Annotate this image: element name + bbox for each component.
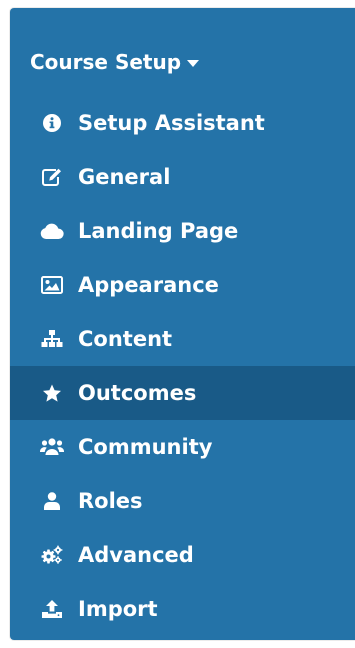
- setup-menu: Setup Assistant General Landing Page App…: [10, 96, 355, 636]
- image-icon: [40, 273, 64, 297]
- edit-icon: [40, 165, 64, 189]
- gears-icon: [40, 543, 64, 567]
- menu-item-appearance[interactable]: Appearance: [10, 258, 355, 312]
- menu-item-outcomes[interactable]: Outcomes: [10, 366, 355, 420]
- users-icon: [40, 435, 64, 459]
- course-setup-dropdown[interactable]: Course Setup: [30, 48, 200, 76]
- star-icon: [40, 381, 64, 405]
- menu-item-import[interactable]: Import: [10, 582, 355, 636]
- menu-item-label: Community: [78, 435, 213, 459]
- menu-item-setup-assistant[interactable]: Setup Assistant: [10, 96, 355, 150]
- menu-item-landing-page[interactable]: Landing Page: [10, 204, 355, 258]
- menu-item-content[interactable]: Content: [10, 312, 355, 366]
- info-circle-icon: [40, 111, 64, 135]
- course-setup-title: Course Setup: [30, 50, 182, 74]
- menu-item-label: Roles: [78, 489, 143, 513]
- menu-item-label: Import: [78, 597, 158, 621]
- caret-down-icon: [187, 59, 200, 67]
- sitemap-icon: [40, 327, 64, 351]
- menu-item-general[interactable]: General: [10, 150, 355, 204]
- menu-item-roles[interactable]: Roles: [10, 474, 355, 528]
- menu-item-label: Setup Assistant: [78, 111, 265, 135]
- menu-item-label: General: [78, 165, 171, 189]
- menu-item-label: Content: [78, 327, 173, 351]
- course-setup-sidebar: Course Setup Setup Assistant General Lan…: [10, 8, 355, 640]
- user-icon: [40, 489, 64, 513]
- menu-item-community[interactable]: Community: [10, 420, 355, 474]
- cloud-icon: [40, 219, 64, 243]
- menu-item-label: Appearance: [78, 273, 219, 297]
- upload-icon: [40, 597, 64, 621]
- menu-item-label: Landing Page: [78, 219, 239, 243]
- menu-item-advanced[interactable]: Advanced: [10, 528, 355, 582]
- menu-item-label: Advanced: [78, 543, 194, 567]
- menu-item-label: Outcomes: [78, 381, 197, 405]
